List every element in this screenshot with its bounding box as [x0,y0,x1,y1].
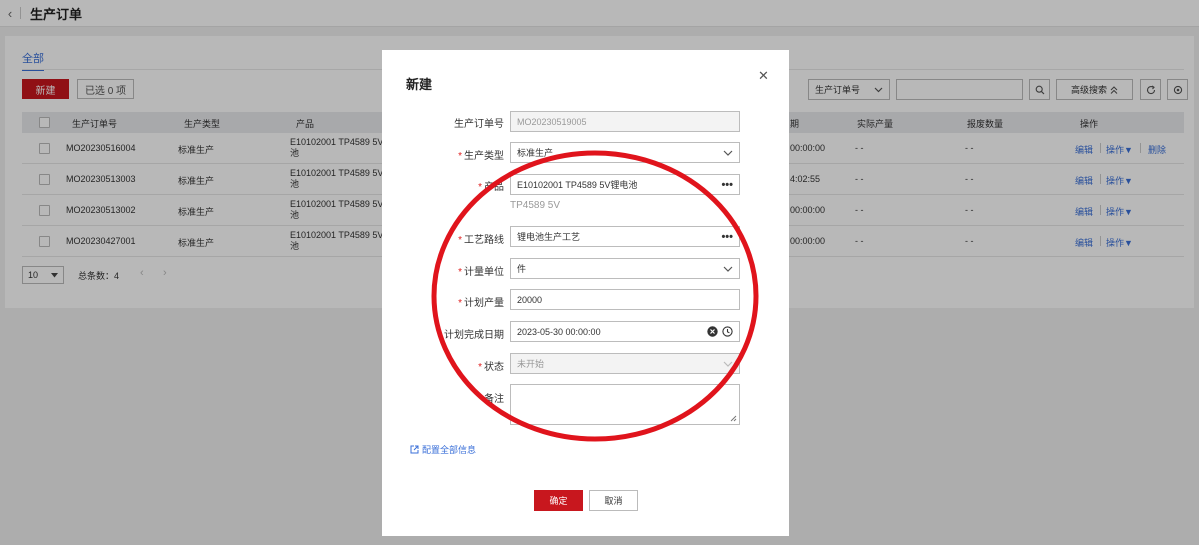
dialog-title: 新建 [406,77,433,92]
status-value: 未开始 [517,359,545,369]
quantity-label: * 计划产量 [458,298,504,309]
more-dots-icon[interactable]: ••• [721,179,733,191]
order-number-value: MO20230519005 [517,116,587,127]
status-select: 未开始 [510,353,740,374]
product-picker[interactable]: E10102001 TP4589 5V锂电池 ••• [510,174,740,195]
quantity-label-text: 计划产量 [464,298,504,309]
clock-icon[interactable] [722,326,733,337]
new-order-dialog: 新建 ✕ 生产订单号 MO20230519005 * 生产类型 标准生产 * 产品 … [382,50,789,536]
clear-icon[interactable] [707,326,718,337]
due-date-label: 计划完成日期 [444,330,504,341]
order-number-label: 生产订单号 [454,119,504,130]
chevron-down-icon [723,361,733,367]
unit-value: 件 [517,264,527,274]
unit-label-text: 计量单位 [464,267,504,278]
route-label-text: 工艺路线 [464,235,504,246]
status-label-text: 状态 [484,362,504,373]
more-dots-icon[interactable]: ••• [721,231,733,243]
process-route-picker[interactable]: 锂电池生产工艺 ••• [510,226,740,247]
remark-textarea[interactable] [510,384,740,425]
unit-select[interactable]: 件 [510,258,740,279]
resize-handle-icon[interactable] [730,415,737,422]
process-route-value: 锂电池生产工艺 [517,232,581,242]
production-type-select[interactable]: 标准生产 [510,142,740,163]
configure-all-info-link[interactable]: 配置全部信息 [410,443,476,456]
due-date-picker[interactable]: 2023-05-30 00:00:00 [510,321,740,342]
status-label: * 状态 [478,362,504,373]
remark-label: 备注 [484,394,504,405]
cancel-button[interactable]: 取消 [589,490,638,511]
product-value: E10102001 TP4589 5V锂电池 [517,180,638,190]
planned-quantity-input[interactable]: 20000 [510,289,740,310]
unit-label: * 计量单位 [458,267,504,278]
product-label: * 产品 [478,182,504,193]
configure-all-info-label: 配置全部信息 [422,445,477,455]
close-icon[interactable]: ✕ [758,68,769,84]
production-type-value: 标准生产 [517,148,554,158]
order-number-field: MO20230519005 [510,111,740,132]
external-edit-icon [410,445,419,454]
route-label: * 工艺路线 [458,235,504,246]
due-date-value: 2023-05-30 00:00:00 [517,326,601,337]
type-label: * 生产类型 [458,151,504,162]
chevron-down-icon [723,266,733,272]
planned-quantity-value: 20000 [517,294,543,305]
product-label-text: 产品 [484,182,504,193]
chevron-down-icon [723,150,733,156]
product-spec-hint: TP4589 5V [510,200,561,211]
type-label-text: 生产类型 [464,151,504,162]
confirm-button[interactable]: 确定 [534,490,583,511]
